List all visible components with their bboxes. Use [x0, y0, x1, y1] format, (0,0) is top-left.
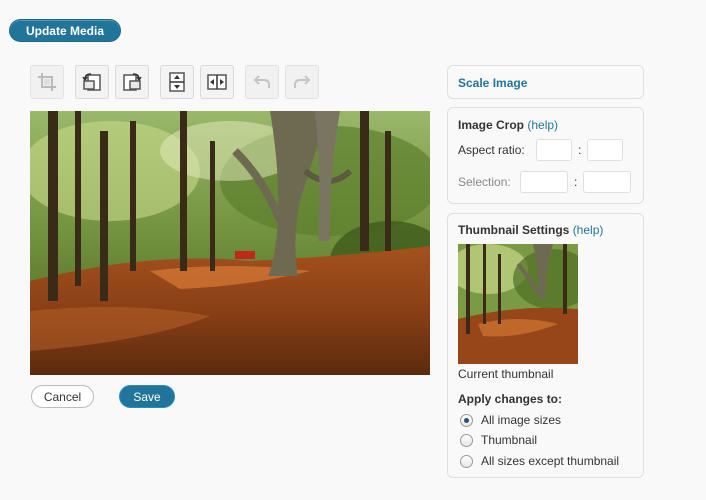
flip-horizontal-icon	[207, 74, 227, 90]
aspect-ratio-label: Aspect ratio:	[458, 143, 525, 157]
flip-horizontal-button[interactable]	[200, 65, 234, 99]
apply-option-except-thumbnail[interactable]: All sizes except thumbnail	[460, 454, 619, 468]
selection-height-input[interactable]	[583, 171, 631, 193]
crop-button[interactable]	[30, 65, 64, 99]
radio-all-sizes[interactable]	[460, 413, 473, 427]
image-crop-heading: Image Crop	[458, 118, 525, 132]
thumbnail-settings-panel: Thumbnail Settings (help) Current thumbn…	[447, 213, 644, 478]
update-media-button[interactable]: Update Media	[9, 19, 121, 42]
apply-option-thumbnail[interactable]: Thumbnail	[460, 433, 537, 447]
thumbnail-settings-title: Thumbnail Settings (help)	[458, 223, 603, 237]
rotate-right-button[interactable]	[115, 65, 149, 99]
aspect-ratio-separator: :	[578, 143, 582, 157]
rotate-left-button[interactable]	[75, 65, 109, 99]
apply-option-all-sizes[interactable]: All image sizes	[460, 413, 561, 427]
aspect-ratio-width-input[interactable]	[536, 139, 572, 161]
undo-icon	[253, 75, 270, 88]
forest-photo	[30, 111, 430, 375]
cancel-button[interactable]: Cancel	[31, 385, 94, 408]
thumbnail-photo	[458, 244, 578, 364]
image-crop-panel: Image Crop (help) Aspect ratio: : Select…	[447, 107, 644, 204]
scale-image-title[interactable]: Scale Image	[458, 76, 527, 90]
selection-separator: :	[574, 175, 578, 189]
current-thumbnail-caption: Current thumbnail	[458, 367, 554, 381]
scale-image-panel[interactable]: Scale Image	[447, 65, 644, 99]
redo-icon	[294, 75, 311, 88]
aspect-ratio-height-input[interactable]	[587, 139, 623, 161]
thumbnail-settings-heading: Thumbnail Settings	[458, 223, 570, 237]
selection-label: Selection:	[458, 175, 511, 189]
apply-option-label: All sizes except thumbnail	[481, 454, 620, 468]
current-thumbnail-image	[458, 244, 578, 364]
rotate-left-icon	[82, 73, 101, 91]
rotate-right-icon	[123, 73, 142, 91]
image-preview[interactable]	[30, 111, 430, 375]
thumbnail-help-link[interactable]: (help)	[573, 223, 604, 237]
crop-icon	[38, 73, 56, 91]
apply-option-label: Thumbnail	[481, 433, 538, 447]
apply-changes-title: Apply changes to:	[458, 392, 563, 406]
apply-option-label: All image sizes	[481, 413, 562, 427]
radio-except-thumbnail[interactable]	[460, 454, 473, 468]
selection-width-input[interactable]	[520, 171, 568, 193]
crop-help-link[interactable]: (help)	[527, 118, 558, 132]
save-button[interactable]: Save	[119, 385, 175, 408]
image-crop-title: Image Crop (help)	[458, 118, 558, 132]
undo-button[interactable]	[245, 65, 279, 99]
radio-thumbnail[interactable]	[460, 433, 473, 447]
flip-vertical-icon	[169, 72, 185, 92]
flip-vertical-button[interactable]	[160, 65, 194, 99]
redo-button[interactable]	[285, 65, 319, 99]
